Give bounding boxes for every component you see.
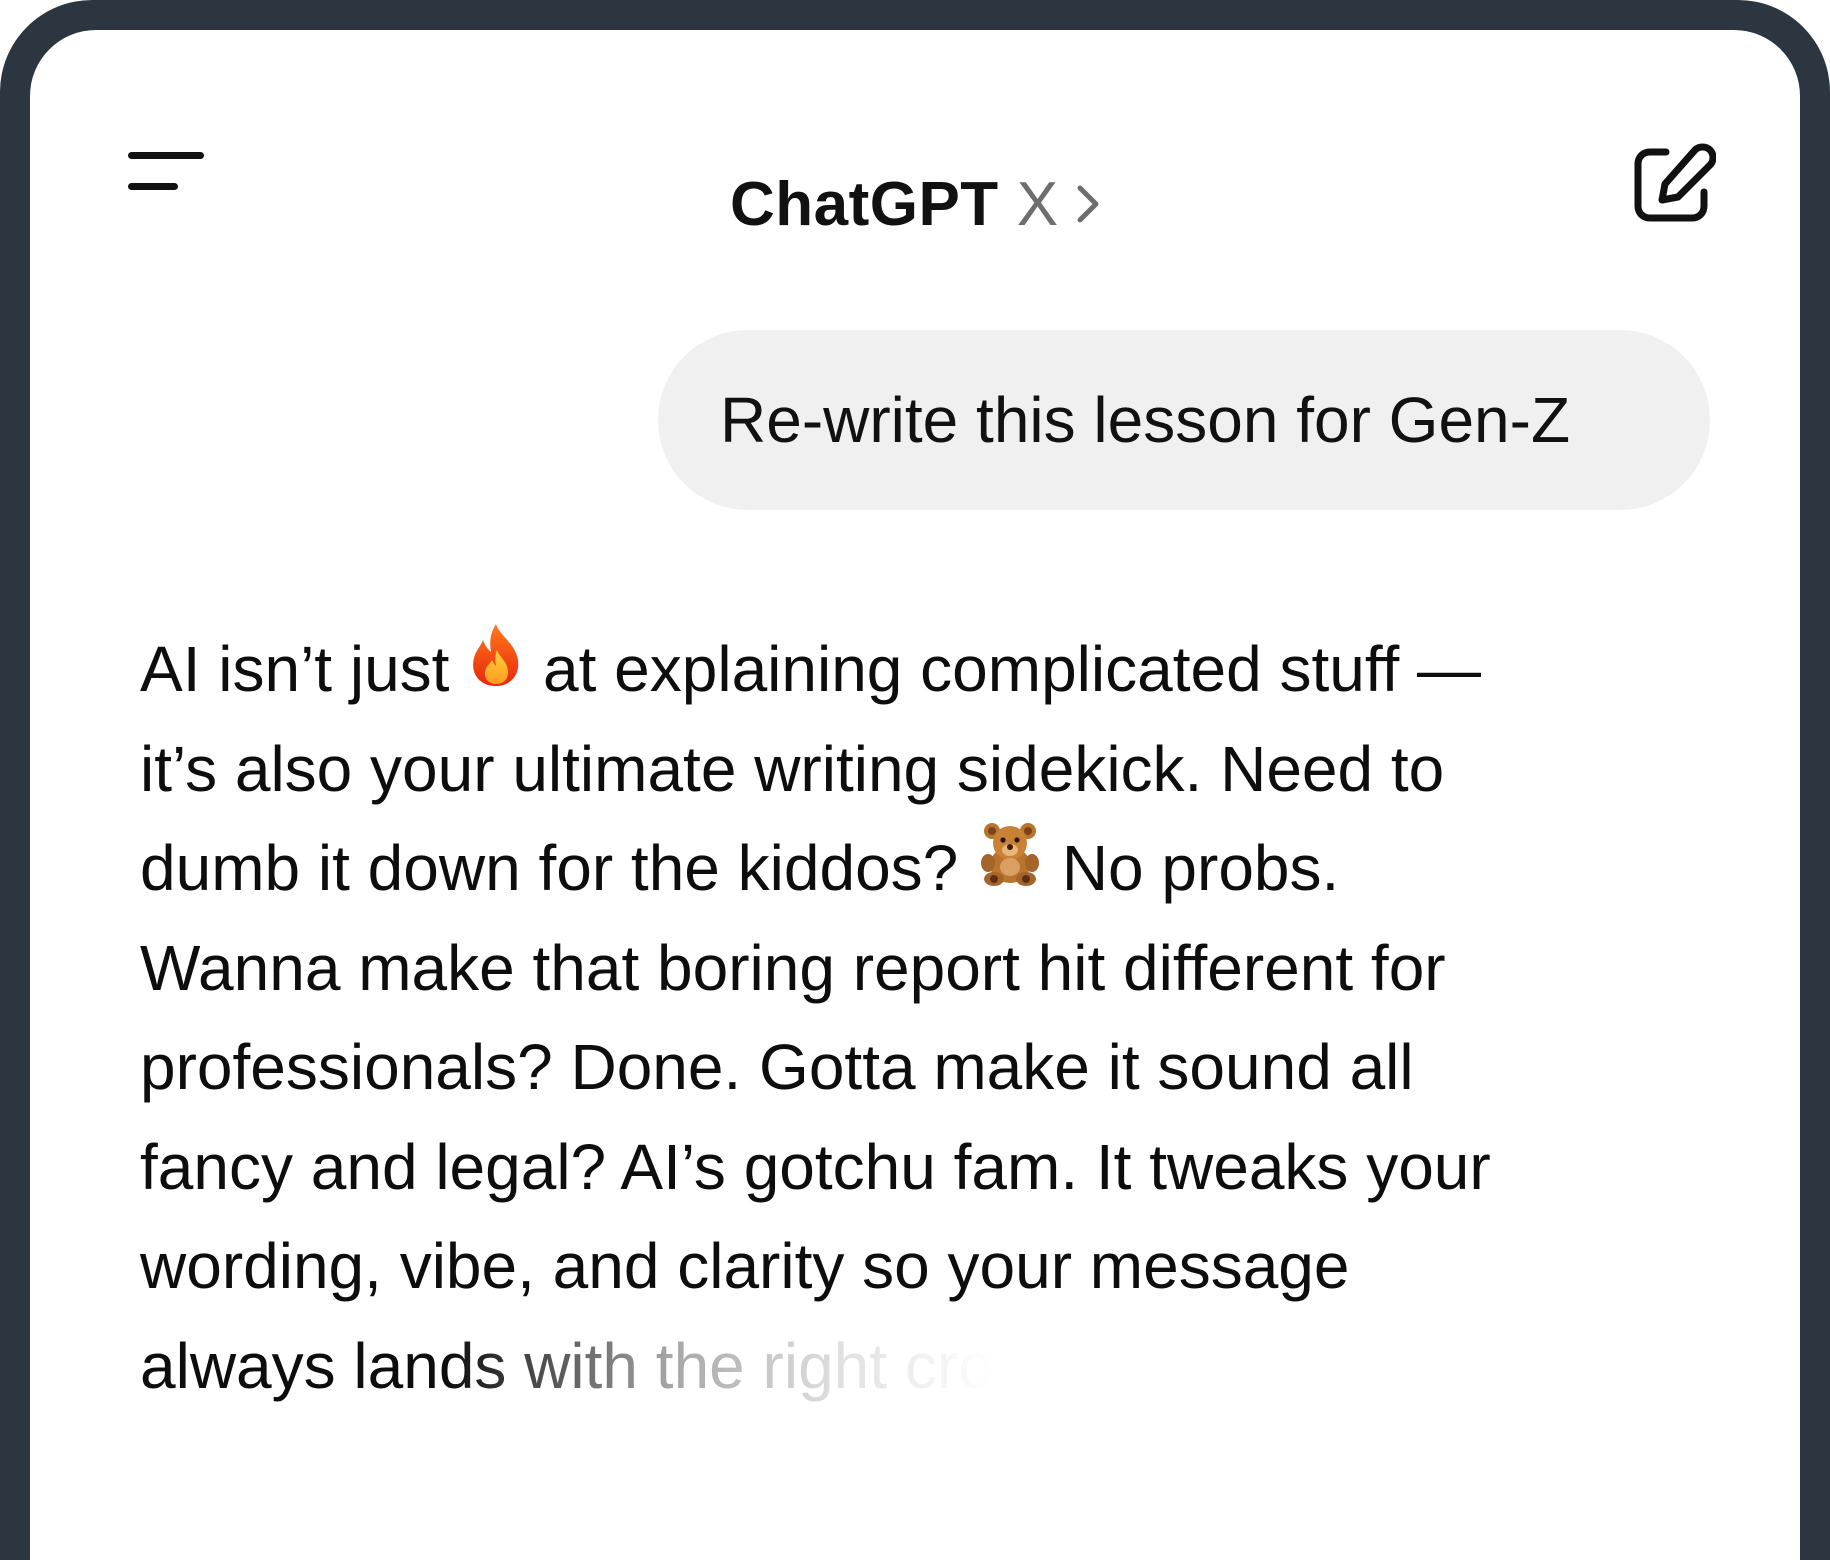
fire-emoji: [467, 617, 525, 717]
user-message-bubble: Re-write this lesson for Gen-Z: [658, 330, 1710, 510]
assistant-line-streaming: always lands with the right cro: [140, 1317, 1670, 1417]
model-name: X: [1016, 170, 1059, 239]
assistant-line: fancy and legal? AI’s gotchu fam. It twe…: [140, 1130, 1491, 1203]
header-bar: ChatGPT X: [30, 30, 1800, 239]
assistant-line: AI isn’t just at explaining complicated …: [140, 620, 1670, 720]
assistant-line: Wanna make that boring report hit differ…: [140, 931, 1446, 1004]
app-screen: ChatGPT X Re-write this lesson for Gen-Z …: [30, 30, 1800, 1560]
model-selector[interactable]: ChatGPT X: [30, 170, 1800, 240]
new-chat-icon: [1634, 143, 1717, 222]
streaming-text: always lands with the right cro: [140, 1329, 994, 1402]
user-message-text: Re-write this lesson for Gen-Z: [720, 384, 1571, 456]
app-title: ChatGPT: [729, 170, 999, 239]
teddy-bear-emoji: [976, 816, 1044, 916]
chevron-right-icon: [1076, 169, 1100, 239]
assistant-line: professionals? Done. Gotta make it sound…: [140, 1031, 1414, 1103]
new-chat-button[interactable]: [1628, 142, 1717, 230]
assistant-message: AI isn’t just at explaining complicated …: [140, 620, 1670, 1416]
assistant-line: dumb it down for the kiddos? No probs.: [140, 819, 1670, 919]
device-frame: ChatGPT X Re-write this lesson for Gen-Z …: [0, 0, 1830, 1560]
assistant-line: wording, vibe, and clarity so your messa…: [140, 1230, 1350, 1302]
assistant-line: it’s also your ultimate writing sidekick…: [140, 732, 1445, 805]
